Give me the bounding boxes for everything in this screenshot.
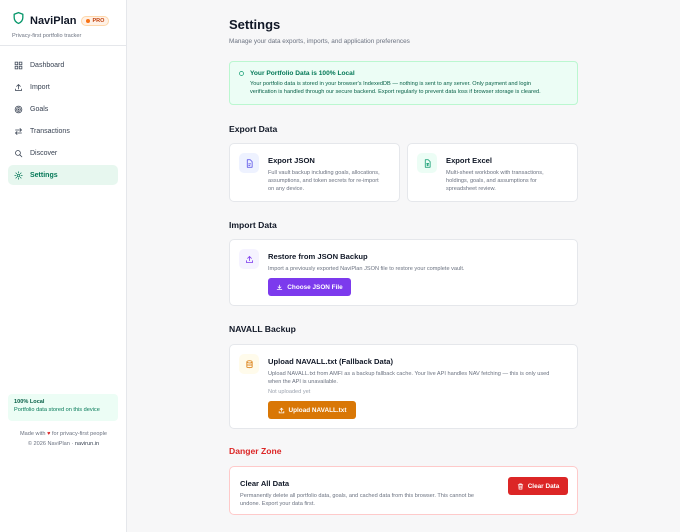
restore-json-card: Restore from JSON Backup Import a previo… [229,239,578,306]
export-excel-card[interactable]: Export Excel Multi-sheet workbook with t… [407,143,578,202]
local-title: 100% Local [14,399,45,405]
site-link[interactable]: navirun.in [75,441,99,447]
sidebar-item-label: Settings [30,171,58,179]
description-line: Full vault backup including goals, alloc… [268,170,380,176]
local-subtitle: Portfolio data stored on this device [14,407,100,413]
brand-tagline: Privacy-first portfolio tracker [12,33,82,39]
local-data-notice: Your Portfolio Data is 100% Local Your p… [229,61,578,105]
sidebar: NaviPlan PRO Privacy-first portfolio tra… [0,0,127,532]
description-line: holdings, goals, and assumptions for [446,178,537,184]
trash-icon [517,483,523,489]
export-json-card[interactable]: Export JSON Full vault backup including … [229,143,400,202]
restore-description: Import a previously exported NaviPlan JS… [268,266,465,272]
gear-icon [14,170,23,180]
sidebar-item-import[interactable]: Import [8,77,118,97]
description-line: undone. Export your data first. [240,501,315,507]
swap-icon [14,127,23,135]
download-icon [277,284,283,290]
export-excel-title: Export Excel [446,156,493,165]
search-icon [15,149,23,157]
copyright: © 2026 NaviPlan · [27,441,74,447]
sidebar-item-label: Dashboard [30,61,65,69]
notice-line: Your portfolio data is stored in your br… [250,81,532,87]
dashboard-icon [14,61,23,69]
sidebar-footer: Made with ♥ for privacy-first people © 2… [0,429,127,449]
navall-upload-title: Upload NAVALL.txt (Fallback Data) [268,357,394,366]
upload-icon [239,249,259,269]
clear-data-description: Permanently delete all portfolio data, g… [240,492,474,508]
clear-data-label: Clear Data [527,482,560,490]
notice-title: Your Portfolio Data is 100% Local [250,70,355,77]
navall-upload-card: Upload NAVALL.txt (Fallback Data) Upload… [229,344,578,429]
navall-description: Upload NAVALL.txt from AMFI as a backup … [268,370,549,386]
database-icon [239,354,259,374]
sidebar-item-transactions[interactable]: Transactions [8,121,118,141]
sidebar-item-settings[interactable]: Settings [8,165,118,185]
clear-data-title: Clear All Data [240,479,290,488]
sidebar-item-label: Import [30,83,50,91]
description-line: assumptions, and token secrets for re-im… [268,178,379,184]
export-section-title: Export Data [229,124,278,134]
choose-json-file-label: Choose JSON File [287,283,343,291]
target-icon [14,105,23,113]
description-line: on any device. [268,186,305,192]
description-line: when the API is unavailable. [268,379,338,385]
export-json-description: Full vault backup including goals, alloc… [268,169,380,193]
sidebar-nav: Dashboard Import Goals Transactions Disc… [0,46,126,196]
shield-logo-icon [12,11,25,30]
page-subtitle: Manage your data exports, imports, and a… [229,38,410,45]
export-excel-description: Multi-sheet workbook with transactions, … [446,169,544,193]
choose-json-file-button[interactable]: Choose JSON File [268,278,351,296]
navall-section-title: NAVALL Backup [229,324,296,334]
navall-status: Not uploaded yet [268,389,311,395]
brand-area: NaviPlan PRO Privacy-first portfolio tra… [0,0,126,46]
upload-navall-button[interactable]: Upload NAVALL.txt [268,401,356,419]
upload-icon [278,407,284,413]
sidebar-item-goals[interactable]: Goals [8,99,118,119]
export-json-title: Export JSON [268,156,315,165]
sidebar-item-label: Goals [30,105,49,113]
sidebar-item-discover[interactable]: Discover [8,143,118,163]
notice-line: verification is handled through our secu… [250,89,541,95]
made-prefix: Made with [20,431,46,437]
made-suffix: for privacy-first people [51,431,107,437]
description-line: Permanently delete all portfolio data, g… [240,493,475,499]
local-storage-badge: 100% Local Portfolio data stored on this… [8,394,118,421]
description-line: spreadsheet review. [446,186,496,192]
file-json-icon [239,153,259,173]
pro-dot-icon [86,18,91,23]
description-line: Upload NAVALL.txt from AMFI as a backup … [268,371,550,377]
import-section-title: Import Data [229,220,277,230]
clear-data-card: Clear All Data Permanently delete all po… [229,466,578,515]
spreadsheet-icon [417,153,437,173]
danger-section-title: Danger Zone [229,446,282,456]
brand-name: NaviPlan [30,14,77,27]
clear-data-button[interactable]: Clear Data [508,477,568,495]
pro-badge-label: PRO [92,17,105,24]
restore-title: Restore from JSON Backup [268,252,368,261]
sidebar-item-label: Discover [30,149,58,157]
pro-badge: PRO [81,15,110,26]
heart-icon: ♥ [47,431,51,437]
upload-icon [15,83,22,91]
description-line: Multi-sheet workbook with transactions, [446,170,544,176]
sidebar-item-label: Transactions [30,127,70,135]
upload-navall-label: Upload NAVALL.txt [288,406,347,414]
sidebar-item-dashboard[interactable]: Dashboard [8,55,118,75]
page-title: Settings [229,17,281,32]
info-circle-icon [239,71,244,76]
notice-body: Your portfolio data is stored in your br… [250,80,569,96]
